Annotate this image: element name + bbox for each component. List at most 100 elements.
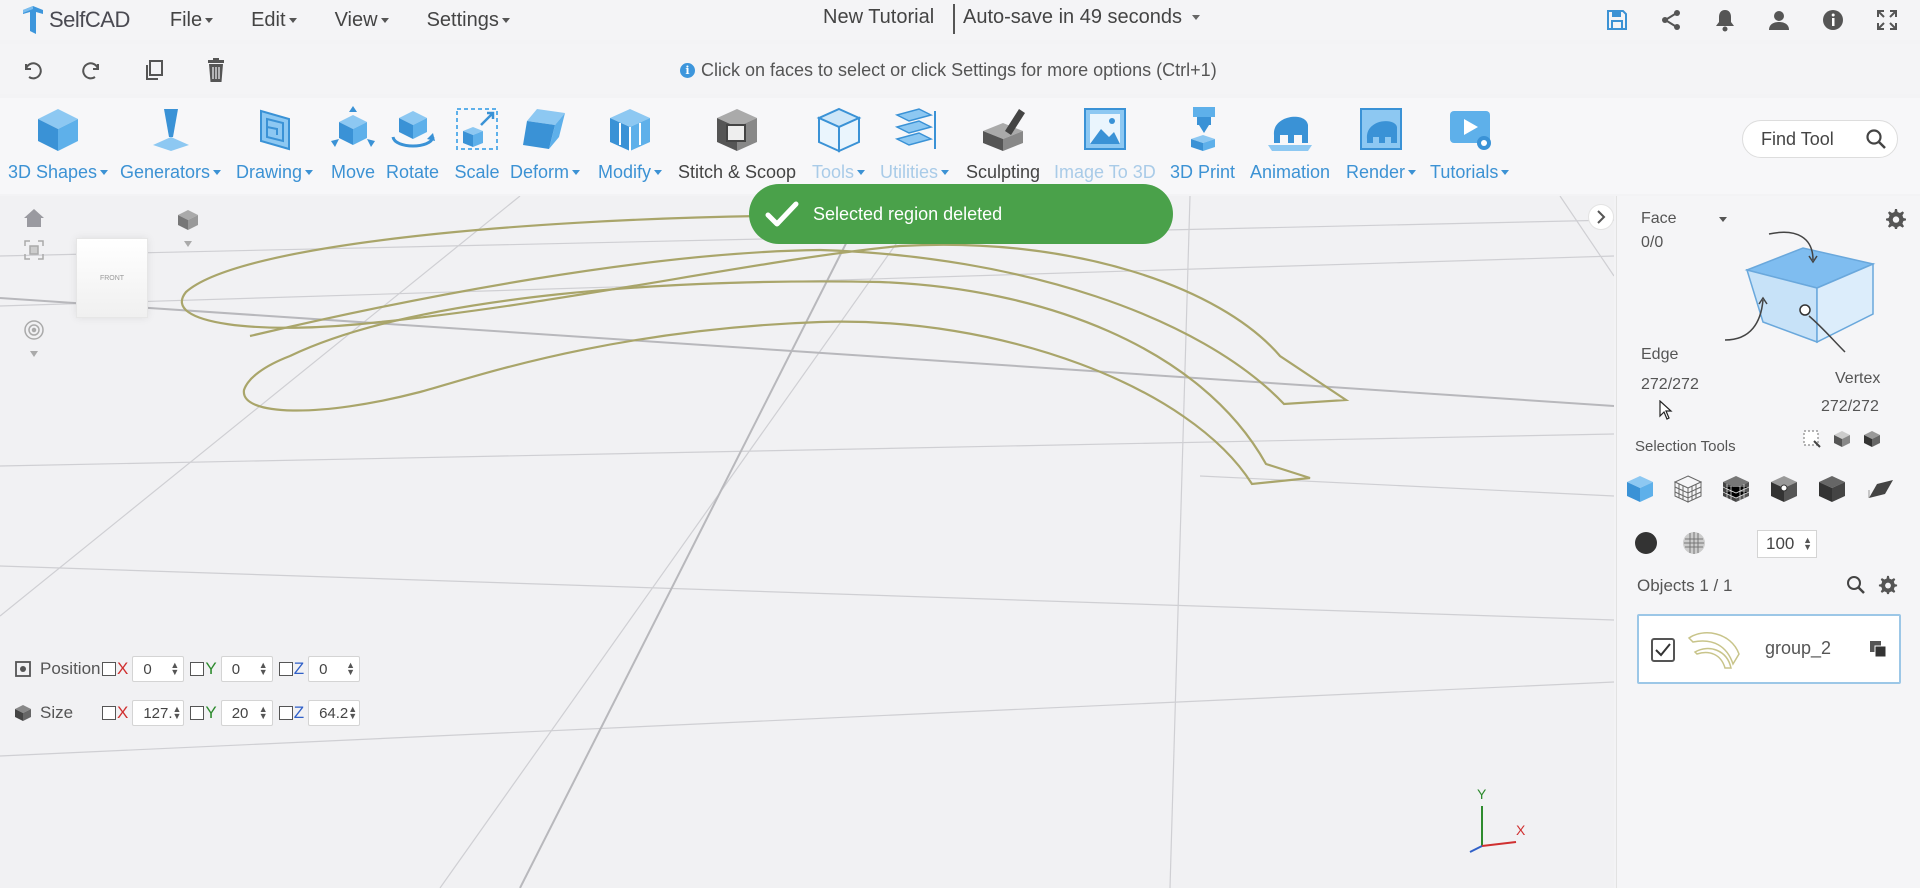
scene-canvas[interactable]	[0, 196, 1614, 888]
lock-x-checkbox[interactable]	[102, 706, 116, 720]
lock-x-checkbox[interactable]	[102, 662, 116, 676]
lock-z-checkbox[interactable]	[278, 662, 293, 676]
info-icon[interactable]	[1816, 6, 1850, 34]
gear-icon[interactable]	[1871, 568, 1905, 602]
stepper-icon[interactable]: ▲ ▼	[348, 705, 357, 721]
fit-view-icon[interactable]	[22, 238, 46, 262]
size-y-input[interactable]: 20 ▲ ▼	[220, 700, 273, 726]
box-select-icon[interactable]	[1801, 428, 1823, 450]
navigation-cube[interactable]: FRONT	[76, 238, 148, 318]
tool-modify[interactable]: Modify	[598, 104, 663, 183]
stepper-icon[interactable]: ▲ ▼	[173, 705, 182, 721]
collapse-panel-button[interactable]	[1588, 204, 1614, 230]
menu-settings[interactable]: Settings	[427, 9, 510, 32]
object-item-group-2[interactable]: group_2	[1637, 614, 1901, 684]
search-icon[interactable]	[1839, 568, 1873, 602]
autosave-dropdown[interactable]: Auto-save in 49 seconds	[963, 6, 1201, 29]
user-icon[interactable]	[1762, 6, 1796, 34]
tool-sculpting[interactable]: Sculpting	[966, 104, 1040, 183]
tool-tutorials[interactable]: Tutorials	[1430, 104, 1510, 183]
size-row: Size X 127. ▲ ▼ Y 20 ▲ ▼ Z 64.2 ▲ ▼	[14, 700, 366, 726]
tool-generators[interactable]: Generators	[120, 104, 222, 183]
fullscreen-icon[interactable]	[1870, 6, 1904, 34]
action-row: i Click on faces to select or click Sett…	[0, 44, 1920, 94]
edge-select-tool-icon[interactable]	[1671, 472, 1705, 506]
stepper-icon[interactable]: ▲ ▼	[170, 661, 179, 677]
tool-utilities[interactable]: Utilities	[880, 104, 950, 183]
redo-icon[interactable]	[78, 56, 106, 84]
find-tool-search[interactable]: Find Tool	[1742, 120, 1898, 158]
menu-edit[interactable]: Edit	[251, 9, 297, 32]
undo-icon[interactable]	[18, 56, 46, 84]
size-x-input[interactable]: 127. ▲ ▼	[132, 700, 185, 726]
tool-stitch-scoop[interactable]: Stitch & Scoop	[678, 104, 796, 183]
tool-tools[interactable]: Tools	[812, 104, 866, 183]
solid-select-icon[interactable]	[1861, 428, 1883, 450]
object-name: group_2	[1765, 638, 1832, 658]
document-title[interactable]: New Tutorial	[823, 6, 934, 29]
stepper-icon[interactable]: ▲ ▼	[346, 661, 355, 677]
position-z-value: 0	[319, 660, 328, 678]
trash-icon[interactable]	[202, 56, 230, 84]
stepper-icon[interactable]: ▲ ▼	[259, 705, 268, 721]
plane-select-tool-icon[interactable]	[1863, 472, 1897, 506]
selection-hint: i Click on faces to select or click Sett…	[680, 60, 1217, 81]
axis-x-label: X	[117, 703, 129, 722]
tool-tutorials-label: Tutorials	[1430, 162, 1510, 183]
chevron-down-icon[interactable]	[176, 232, 200, 256]
tools-cube-icon	[814, 104, 864, 154]
position-label: Position	[40, 659, 101, 678]
position-z-input[interactable]: 0 ▲ ▼	[308, 656, 361, 682]
orbit-target-icon[interactable]	[22, 318, 46, 342]
drawing-icon	[250, 104, 300, 154]
position-y-input[interactable]: 0 ▲ ▼	[220, 656, 273, 682]
tool-render[interactable]: Render	[1346, 104, 1417, 183]
grid-select-tool-icon[interactable]	[1719, 472, 1753, 506]
tool-scale[interactable]: Scale	[452, 104, 502, 183]
bell-icon[interactable]	[1708, 6, 1742, 34]
object-thumbnail	[1687, 632, 1740, 669]
chevron-down-icon	[205, 17, 214, 23]
search-icon[interactable]	[1865, 128, 1887, 150]
projection-cube-icon[interactable]	[176, 208, 200, 232]
tool-animation[interactable]: Animation	[1250, 104, 1330, 183]
edge-count: 272/272	[1641, 376, 1699, 393]
tool-3d-shapes[interactable]: 3D Shapes	[8, 104, 109, 183]
stepper-icon[interactable]: ▲ ▼	[259, 661, 268, 677]
tool-drawing[interactable]: Drawing	[236, 104, 314, 183]
size-z-input[interactable]: 64.2 ▲ ▼	[308, 700, 361, 726]
toast-message: Selected region deleted	[813, 203, 1003, 224]
face-select-tool-icon[interactable]	[1623, 472, 1657, 506]
tool-3d-print[interactable]: 3D Print	[1170, 104, 1235, 183]
tool-rotate[interactable]: Rotate	[386, 104, 439, 183]
move-icon	[328, 104, 378, 154]
lock-y-checkbox[interactable]	[190, 662, 205, 676]
brush-soft-icon[interactable]	[1677, 526, 1711, 560]
object-visibility-checkbox[interactable]	[1651, 638, 1675, 662]
tool-move[interactable]: Move	[328, 104, 378, 183]
chevron-down-icon[interactable]	[22, 342, 46, 366]
menu-view[interactable]: View	[335, 9, 389, 32]
tool-image-to-3d[interactable]: Image To 3D	[1054, 104, 1156, 183]
3d-viewport[interactable]: FRONT Y X Position X 0 ▲ ▼ Y 0 ▲ ▼ Z 0 ▲ ▼ Siz…	[0, 196, 1614, 888]
scale-icon	[452, 104, 502, 154]
share-icon[interactable]	[1654, 6, 1688, 34]
lock-z-checkbox[interactable]	[278, 706, 293, 720]
home-view-icon[interactable]	[22, 206, 46, 230]
menu-file[interactable]: File	[170, 9, 214, 32]
group-layers-icon[interactable]	[1869, 640, 1887, 658]
position-x-input[interactable]: 0 ▲ ▼	[132, 656, 185, 682]
tool-deform[interactable]: Deform	[510, 104, 581, 183]
brush-solid-icon[interactable]	[1629, 526, 1663, 560]
selfcad-logo[interactable]: SelfCAD	[20, 4, 130, 36]
save-icon[interactable]	[1600, 6, 1634, 34]
vertex-select-tool-icon[interactable]	[1767, 472, 1801, 506]
cube-select-icon[interactable]	[1831, 428, 1853, 450]
copy-icon[interactable]	[140, 56, 168, 84]
brush-size-input[interactable]: 100 ▲ ▼	[1757, 530, 1817, 558]
right-panel: Face 0/0 Edge 272/272 Vertex 272/272 Sel…	[1616, 196, 1920, 888]
stepper-icon[interactable]: ▲ ▼	[1803, 536, 1812, 552]
object-select-tool-icon[interactable]	[1815, 472, 1849, 506]
lock-y-checkbox[interactable]	[190, 706, 205, 720]
tool-tools-label: Tools	[812, 162, 866, 183]
